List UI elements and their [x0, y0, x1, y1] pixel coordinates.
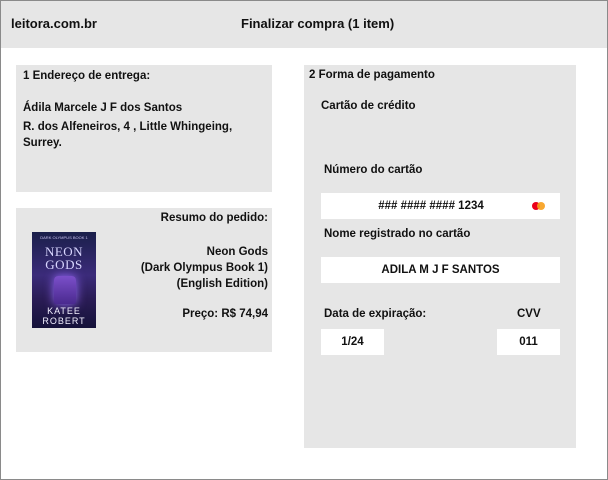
- cvv-label: CVV: [517, 308, 541, 320]
- book-cover-image: DARK OLYMPUS BOOK 1 NEON GODS KATEE ROBE…: [32, 232, 96, 328]
- cvv-field[interactable]: 011: [497, 329, 560, 355]
- delivery-address-panel: 1 Endereço de entrega: Ádila Marcele J F…: [16, 65, 272, 192]
- mastercard-icon: [529, 199, 549, 213]
- recipient-street: R. dos Alfeneiros, 4 , Little Whingeing,…: [23, 121, 233, 149]
- book-price: Preço: R$ 74,94: [182, 308, 268, 320]
- book-title-line: (English Edition): [176, 278, 268, 290]
- payment-panel: 2 Forma de pagamento Cartão de crédito N…: [304, 65, 576, 448]
- book-title-line: Neon Gods: [206, 246, 268, 258]
- site-name[interactable]: leitora.com.br: [11, 16, 97, 31]
- cardholder-name-label: Nome registrado no cartão: [324, 228, 471, 240]
- cardholder-name-field[interactable]: ADILA M J F SANTOS: [321, 257, 560, 283]
- card-number-value: ### #### #### 1234: [378, 200, 484, 212]
- book-cover-title: NEON GODS: [44, 244, 84, 272]
- book-title: Neon Gods (Dark Olympus Book 1) (English…: [108, 244, 268, 292]
- card-number-label: Número do cartão: [324, 164, 423, 176]
- mastercard-orange-circle: [537, 202, 545, 210]
- page-title: Finalizar compra (1 item): [241, 16, 395, 31]
- expiration-label: Data de expiração:: [324, 308, 427, 320]
- delivery-address-heading: 1 Endereço de entrega:: [23, 70, 151, 82]
- book-cover-author: KATEE ROBERT: [42, 306, 86, 326]
- recipient-name: Ádila Marcele J F dos Santos: [23, 102, 183, 114]
- order-summary-heading: Resumo do pedido:: [160, 212, 268, 224]
- order-summary-panel: Resumo do pedido: DARK OLYMPUS BOOK 1 NE…: [16, 208, 272, 352]
- payment-method-label: Cartão de crédito: [321, 100, 416, 112]
- book-cover-throne-art: [54, 276, 76, 304]
- book-cover-series: DARK OLYMPUS BOOK 1: [40, 235, 88, 240]
- book-title-line: (Dark Olympus Book 1): [140, 262, 268, 274]
- expiration-field[interactable]: 1/24: [321, 329, 384, 355]
- top-bar: leitora.com.br Finalizar compra (1 item): [1, 1, 607, 48]
- payment-heading: 2 Forma de pagamento: [309, 69, 435, 81]
- card-number-field[interactable]: ### #### #### 1234: [321, 193, 560, 219]
